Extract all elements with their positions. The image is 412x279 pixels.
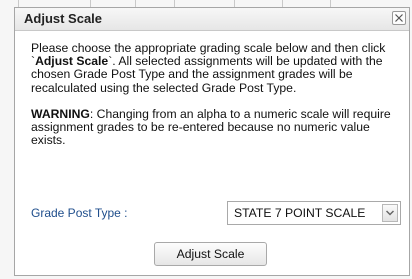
close-icon — [395, 14, 403, 22]
grade-post-type-value: STATE 7 POINT SCALE — [234, 206, 366, 220]
dialog-message: Please choose the appropriate grading sc… — [31, 41, 401, 148]
chevron-down-icon — [386, 210, 394, 216]
adjust-scale-dialog: Adjust Scale Please choose the appropria… — [14, 7, 410, 276]
close-button[interactable] — [392, 11, 406, 25]
dialog-titlebar: Adjust Scale — [15, 8, 409, 31]
instructions-paragraph: Please choose the appropriate grading sc… — [31, 41, 401, 95]
grade-post-type-select[interactable]: STATE 7 POINT SCALE — [227, 201, 401, 225]
warning-label: WARNING — [31, 106, 90, 121]
dropdown-button[interactable] — [382, 204, 398, 222]
adjust-scale-button[interactable]: Adjust Scale — [154, 242, 267, 266]
dialog-title: Adjust Scale — [24, 11, 103, 26]
grade-post-type-label: Grade Post Type : — [31, 206, 128, 220]
warning-paragraph: WARNING: Changing from an alpha to a num… — [31, 106, 401, 148]
instructions-button-reference: Adjust Scale — [35, 54, 109, 69]
